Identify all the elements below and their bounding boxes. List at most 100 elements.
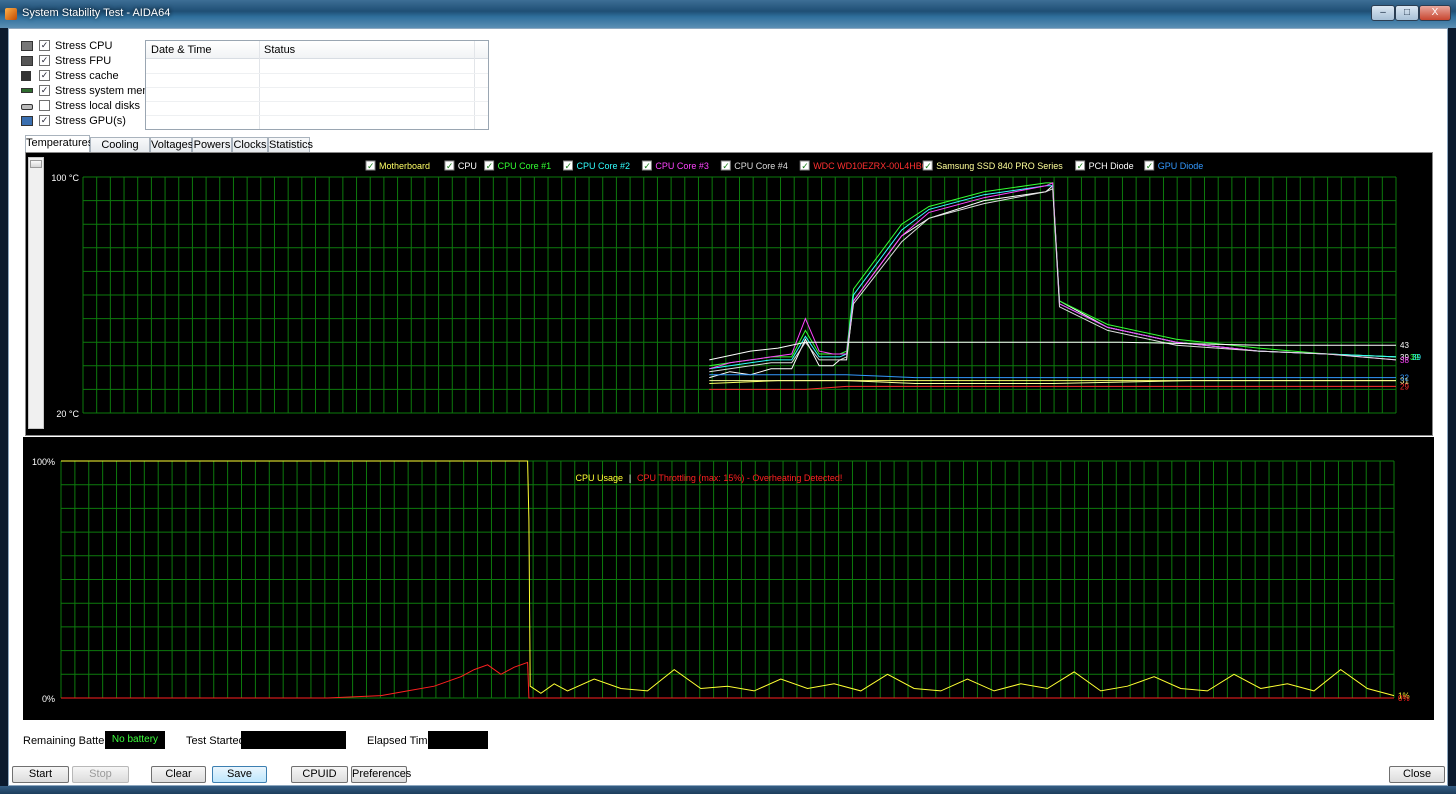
legend-item: Samsung SSD 840 PRO Series xyxy=(936,161,1063,171)
stress-fpu-checkbox[interactable]: ✓ xyxy=(39,55,50,66)
maximize-button[interactable]: □ xyxy=(1395,5,1419,21)
cpu-icon xyxy=(21,41,33,51)
temperature-chart-panel: 100 °C 20 °C ✓ Motherboard ✓ CPU ✓ CPU Core #1 ✓… xyxy=(25,152,1433,436)
window-title: System Stability Test - AIDA64 xyxy=(22,7,171,19)
empty-row xyxy=(146,101,488,102)
cache-icon xyxy=(21,71,31,81)
chart-scrollbar[interactable] xyxy=(28,157,44,429)
legend-checkmark: ✓ xyxy=(643,161,651,171)
stop-button[interactable]: Stop xyxy=(72,766,129,783)
start-button[interactable]: Start xyxy=(12,766,69,783)
temperature-chart: 100 °C 20 °C ✓ Motherboard ✓ CPU ✓ CPU Core #1 ✓… xyxy=(51,160,1421,419)
fpu-icon xyxy=(21,56,33,66)
stress-cache-option[interactable]: ✓ Stress cache xyxy=(21,69,147,84)
legend-separator: | xyxy=(629,473,631,483)
stress-gpu-option[interactable]: ✓ Stress GPU(s) xyxy=(21,114,147,129)
client-area: ✓ Stress CPU ✓ Stress FPU ✓ Stress cache… xyxy=(8,28,1448,786)
legend-checkmark: ✓ xyxy=(924,161,932,171)
date-time-column-header[interactable]: Date & Time xyxy=(151,44,212,56)
tab-temperatures[interactable]: Temperatures xyxy=(25,135,93,153)
legend-checkmark: ✓ xyxy=(486,161,494,171)
clear-button[interactable]: Clear xyxy=(151,766,206,783)
series-end-value: 39 xyxy=(1412,353,1421,362)
legend-item: CPU xyxy=(458,161,477,171)
elapsed-time-value xyxy=(428,731,488,749)
test-started-value xyxy=(241,731,346,749)
test-status-bar: Remaining Battery: No battery Test Start… xyxy=(9,729,1449,753)
minimize-button[interactable]: – xyxy=(1371,5,1395,21)
stress-disks-label: Stress local disks xyxy=(55,100,140,112)
legend-item: CPU Core #2 xyxy=(577,161,631,171)
stress-cpu-option[interactable]: ✓ Stress CPU xyxy=(21,39,147,54)
stress-fpu-label: Stress FPU xyxy=(55,55,112,67)
test-started-label: Test Started: xyxy=(186,735,248,747)
y-axis-min-label: 0% xyxy=(42,694,55,704)
stress-memory-option[interactable]: ✓ Stress system memory xyxy=(21,84,167,99)
series-line-gpu-diode xyxy=(709,374,1396,379)
legend-item: CPU Core #1 xyxy=(498,161,552,171)
legend-checkmark: ✓ xyxy=(446,161,454,171)
series-line-cpu-core-4 xyxy=(709,188,1397,373)
empty-row xyxy=(146,73,488,74)
stress-cpu-checkbox[interactable]: ✓ xyxy=(39,40,50,51)
y-axis-max-label: 100 °C xyxy=(51,173,79,183)
cpu-usage-chart-panel: 100% 0% CPU Usage | CPU Throttling (max: 15%… xyxy=(23,437,1434,720)
legend-item: GPU Diode xyxy=(1158,161,1204,171)
button-bar: Start Stop Clear Save CPUID Preferences … xyxy=(9,765,1449,787)
windows-taskbar xyxy=(0,786,1456,794)
remaining-battery-label: Remaining Battery: xyxy=(23,735,117,747)
y-axis-min-label: 20 °C xyxy=(56,409,79,419)
stress-cache-label: Stress cache xyxy=(55,70,119,82)
tab-voltages[interactable]: Voltages xyxy=(150,137,193,153)
elapsed-time-label: Elapsed Time: xyxy=(367,735,437,747)
legend-checkmark: ✓ xyxy=(565,161,573,171)
stress-cache-checkbox[interactable]: ✓ xyxy=(39,70,50,81)
aida64-app-icon xyxy=(5,8,17,20)
tab-powers[interactable]: Powers xyxy=(192,137,232,153)
empty-row xyxy=(146,115,488,116)
y-axis-max-label: 100% xyxy=(32,457,55,467)
close-button[interactable]: Close xyxy=(1389,766,1445,783)
empty-row xyxy=(146,87,488,88)
cpu-usage-chart: 100% 0% CPU Usage | CPU Throttling (max: 15%… xyxy=(32,457,1410,704)
cpuid-button[interactable]: CPUID xyxy=(291,766,348,783)
scrollbar-thumb[interactable] xyxy=(30,160,42,168)
window-close-button[interactable]: X xyxy=(1419,5,1451,21)
tab-statistics[interactable]: Statistics xyxy=(268,137,313,153)
legend-item: CPU Throttling (max: 15%) - Overheating … xyxy=(637,473,842,483)
gpu-icon xyxy=(21,116,33,126)
title-bar: System Stability Test - AIDA64 – □ X xyxy=(0,0,1456,28)
stress-fpu-option[interactable]: ✓ Stress FPU xyxy=(21,54,147,69)
legend-item: CPU Core #4 xyxy=(734,161,788,171)
tab-cooling-fans[interactable]: Cooling Fans xyxy=(90,137,150,165)
series-end-value: 0% xyxy=(1398,694,1410,703)
series-end-value: 43 xyxy=(1400,341,1409,350)
series-line-cpu-core-3 xyxy=(709,182,1397,370)
legend-checkmark: ✓ xyxy=(367,161,375,171)
stress-gpu-checkbox[interactable]: ✓ xyxy=(39,115,50,126)
disk-icon xyxy=(21,104,33,110)
legend-checkmark: ✓ xyxy=(1146,161,1154,171)
stress-cpu-label: Stress CPU xyxy=(55,40,113,52)
stress-memory-checkbox[interactable]: ✓ xyxy=(39,85,50,96)
legend-item: PCH Diode xyxy=(1089,161,1134,171)
save-button[interactable]: Save xyxy=(212,766,267,783)
legend-item: WDC WD10EZRX-00L4HB0 xyxy=(813,161,927,171)
remaining-battery-value: No battery xyxy=(105,731,165,749)
series-end-value: 38 xyxy=(1400,356,1409,365)
stress-options: ✓ Stress CPU ✓ Stress FPU ✓ Stress cache… xyxy=(21,39,167,129)
stress-disks-checkbox[interactable] xyxy=(39,100,50,111)
legend-checkmark: ✓ xyxy=(722,161,730,171)
preferences-button[interactable]: Preferences xyxy=(351,766,411,783)
legend-checkmark: ✓ xyxy=(1077,161,1085,171)
series-line-cpu xyxy=(709,184,1397,379)
status-log-table[interactable]: Date & Time Status xyxy=(145,40,489,130)
legend-item: CPU Core #3 xyxy=(655,161,709,171)
series-end-value: 32 xyxy=(1400,374,1409,383)
legend-item: Motherboard xyxy=(379,161,430,171)
stress-disks-option[interactable]: Stress local disks xyxy=(21,99,147,114)
tab-clocks[interactable]: Clocks xyxy=(232,137,268,153)
status-column-header[interactable]: Status xyxy=(264,44,295,56)
series-line-cpu-core-1 xyxy=(709,182,1397,367)
legend-checkmark: ✓ xyxy=(801,161,809,171)
